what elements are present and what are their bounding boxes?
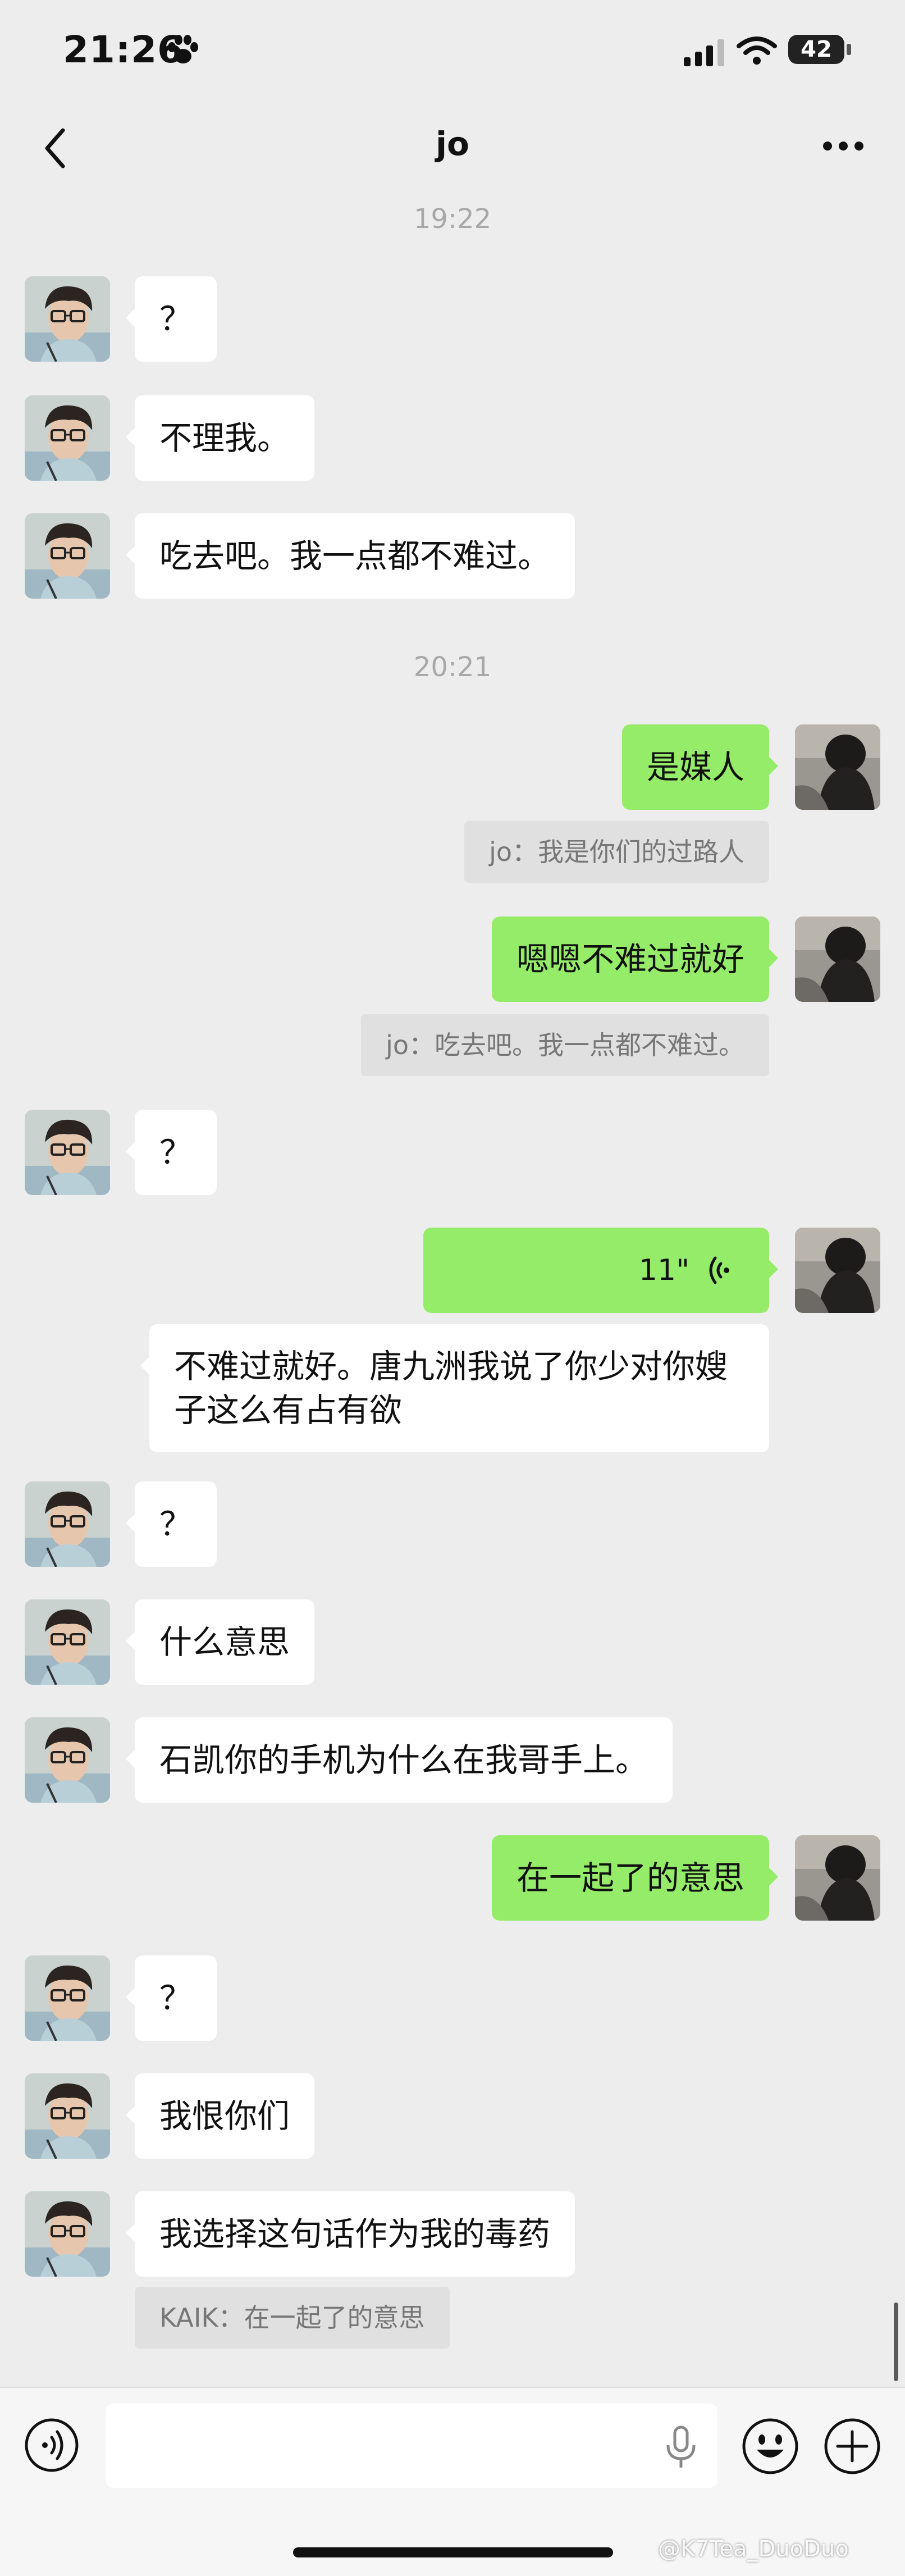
timestamp: 19:22 — [413, 203, 492, 235]
message-bubble-incoming[interactable]: ？ — [125, 1110, 217, 1195]
microphone-icon[interactable] — [661, 2425, 701, 2470]
voice-wave-icon — [709, 1256, 729, 1284]
my-avatar[interactable] — [795, 1228, 880, 1313]
contact-avatar[interactable] — [25, 513, 110, 599]
contact-avatar[interactable] — [25, 2191, 110, 2277]
contact-avatar[interactable] — [25, 1955, 110, 2041]
wifi-icon — [737, 37, 777, 65]
battery-indicator: 42 — [788, 35, 851, 64]
voice-duration: 11" — [638, 1253, 689, 1287]
voice-message-bubble[interactable]: 11" — [423, 1228, 778, 1313]
timestamp: 20:21 — [413, 651, 492, 683]
message-bubble-incoming[interactable]: 石凯你的手机为什么在我哥手上。 — [125, 1717, 673, 1803]
my-avatar[interactable] — [795, 1835, 880, 1921]
message-bubble-outgoing[interactable]: 嗯嗯不难过就好 — [491, 917, 779, 1002]
message-bubble-incoming[interactable]: 我恨你们 — [125, 2073, 315, 2159]
status-time: 21:26 — [63, 28, 184, 71]
voice-toggle-icon[interactable] — [24, 2417, 80, 2473]
message-bubble-incoming[interactable]: ？ — [125, 276, 217, 362]
message-bubble-incoming[interactable]: 不理我。 — [125, 395, 315, 481]
home-indicator[interactable] — [293, 2547, 613, 2557]
status-bar: 21:26 42 — [0, 0, 905, 101]
ellipsis-icon[interactable] — [822, 139, 865, 153]
plus-icon[interactable] — [823, 2417, 881, 2475]
contact-avatar[interactable] — [25, 1717, 110, 1803]
contact-avatar[interactable] — [25, 395, 110, 481]
contact-avatar[interactable] — [25, 1599, 110, 1685]
contact-avatar[interactable] — [25, 276, 110, 362]
message-bubble-incoming[interactable]: ？ — [125, 1481, 217, 1567]
message-bubble-incoming[interactable]: 吃去吧。我一点都不难过。 — [125, 513, 575, 599]
paw-icon — [168, 35, 198, 63]
contact-avatar[interactable] — [25, 1481, 110, 1567]
quoted-reply[interactable]: KAIK：在一起了的意思 — [135, 2287, 450, 2349]
chat-title: jo — [436, 125, 469, 163]
message-bubble-outgoing[interactable]: 是媒人 — [621, 724, 779, 810]
contact-avatar[interactable] — [25, 1110, 110, 1195]
quoted-reply[interactable]: jo：吃去吧。我一点都不难过。 — [361, 1014, 769, 1076]
message-input[interactable] — [106, 2404, 717, 2488]
message-bubble-outgoing[interactable]: 在一起了的意思 — [491, 1835, 779, 1921]
scrollbar[interactable] — [894, 2303, 898, 2381]
emoji-icon[interactable] — [741, 2417, 799, 2475]
voice-transcription[interactable]: 不难过就好。唐九洲我说了你少对你嫂子这么有占有欲 — [140, 1324, 769, 1452]
message-bubble-incoming[interactable]: ？ — [125, 1955, 217, 2041]
cellular-signal-icon — [684, 39, 724, 66]
message-bubble-incoming[interactable]: 什么意思 — [125, 1599, 315, 1685]
watermark: @K7Tea_DuoDuo — [658, 2536, 849, 2562]
my-avatar[interactable] — [795, 917, 880, 1002]
my-avatar[interactable] — [795, 724, 880, 810]
quoted-reply[interactable]: jo：我是你们的过路人 — [464, 821, 769, 883]
contact-avatar[interactable] — [25, 2073, 110, 2159]
message-bubble-incoming[interactable]: 我选择这句话作为我的毒药 — [125, 2191, 575, 2277]
